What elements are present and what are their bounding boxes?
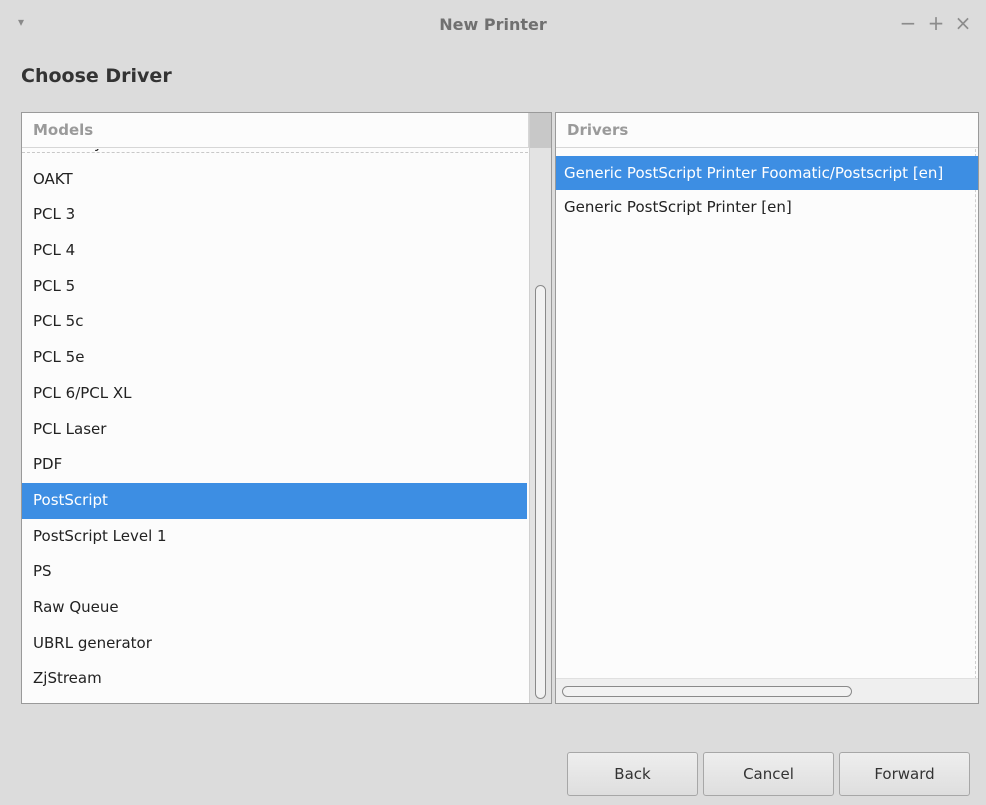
models-list-viewport: IPP EverywhereOAKTPCL 3PCL 4PCL 5PCL 5cP… — [22, 149, 528, 703]
models-scroll-thumb[interactable] — [535, 285, 546, 699]
back-button[interactable]: Back — [567, 752, 698, 796]
drivers-list-item[interactable]: Generic PostScript Printer [en] — [556, 190, 978, 224]
title-bar: ▾ New Printer − + × — [0, 0, 986, 50]
drivers-panel: Drivers Generic PostScript Printer Fooma… — [555, 112, 979, 704]
drivers-list-viewport: Generic PostScript Printer Foomatic/Post… — [556, 149, 978, 679]
models-list-item[interactable]: UBRL generator — [22, 626, 527, 662]
drivers-scroll-thumb[interactable] — [562, 686, 852, 697]
models-list-item[interactable]: PCL 5c — [22, 304, 527, 340]
maximize-icon[interactable]: + — [925, 12, 947, 34]
models-vertical-scrollbar[interactable] — [529, 113, 551, 703]
models-list-item[interactable]: Raw Queue — [22, 590, 527, 626]
models-panel: Models IPP EverywhereOAKTPCL 3PCL 4PCL 5… — [21, 112, 552, 704]
drivers-list-item[interactable]: Generic PostScript Printer Foomatic/Post… — [556, 156, 978, 190]
window-title: New Printer — [439, 15, 547, 34]
models-column-header[interactable]: Models — [22, 113, 529, 148]
minimize-icon[interactable]: − — [897, 12, 919, 34]
models-list-item[interactable]: PCL 6/PCL XL — [22, 376, 527, 412]
page-title: Choose Driver — [21, 65, 172, 87]
models-list-item[interactable]: IPP Everywhere — [22, 149, 527, 162]
models-list-item[interactable]: PCL 5e — [22, 340, 527, 376]
models-list-item[interactable]: PCL Laser — [22, 412, 527, 448]
models-list-item[interactable]: PCL 3 — [22, 197, 527, 233]
models-list: IPP EverywhereOAKTPCL 3PCL 4PCL 5PCL 5cP… — [22, 149, 527, 697]
drivers-column-header[interactable]: Drivers — [556, 113, 978, 148]
scrollbar-header-block — [530, 113, 551, 148]
cancel-button[interactable]: Cancel — [703, 752, 834, 796]
forward-button[interactable]: Forward — [839, 752, 970, 796]
scroll-edge-divider — [22, 152, 528, 153]
models-list-item[interactable]: OAKT — [22, 162, 527, 198]
models-list-item[interactable]: PCL 4 — [22, 233, 527, 269]
new-printer-dialog: ▾ New Printer − + × Choose Driver Models… — [0, 0, 986, 805]
close-icon[interactable]: × — [952, 12, 974, 34]
drivers-list: Generic PostScript Printer Foomatic/Post… — [556, 156, 978, 224]
models-list-item[interactable]: ZjStream — [22, 661, 527, 697]
models-list-item[interactable]: PS — [22, 554, 527, 590]
drivers-edge-divider — [975, 149, 976, 679]
drivers-horizontal-scrollbar[interactable] — [556, 678, 978, 703]
models-list-item[interactable]: PDF — [22, 447, 527, 483]
models-list-item[interactable]: PostScript — [22, 482, 527, 519]
models-list-item[interactable]: PostScript Level 1 — [22, 519, 527, 555]
models-list-item[interactable]: PCL 5 — [22, 269, 527, 305]
